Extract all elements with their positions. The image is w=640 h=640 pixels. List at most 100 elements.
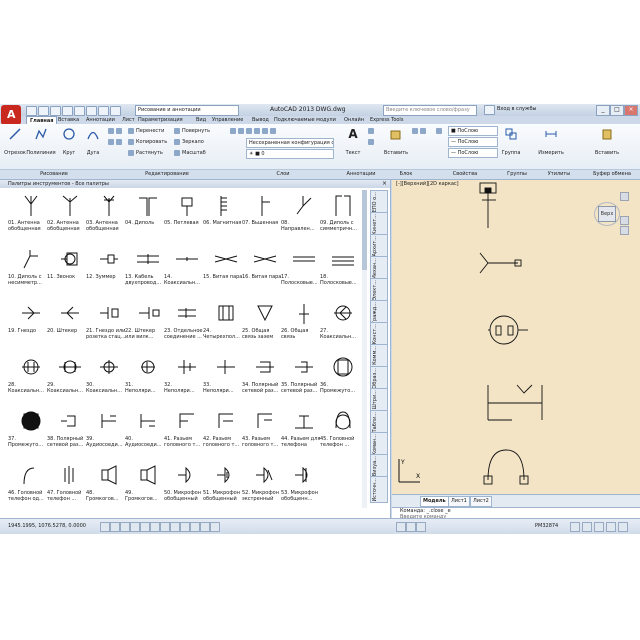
panel-annotation[interactable]: Аннотации bbox=[340, 169, 382, 179]
lineweight-toggle-icon[interactable] bbox=[180, 522, 190, 532]
open-file-icon[interactable] bbox=[38, 106, 49, 116]
palette-tool-2[interactable]: 02. Антенна обобщенная bbox=[47, 190, 87, 244]
drawn-symbol-dipole[interactable] bbox=[479, 252, 522, 274]
palette-tool-47[interactable]: 47. Головной телефон ... bbox=[47, 460, 87, 514]
pan-icon[interactable] bbox=[620, 226, 629, 235]
drawn-symbol-headphone[interactable] bbox=[483, 449, 529, 485]
panel-layers[interactable]: Слои bbox=[226, 169, 340, 179]
tab-plugins[interactable]: Подключаемые модули bbox=[274, 116, 336, 124]
linetype-combo[interactable]: — ПоСлою bbox=[448, 148, 498, 158]
snap-toggle-icon[interactable] bbox=[100, 522, 110, 532]
move-button[interactable]: Перенести bbox=[128, 127, 164, 135]
lineweight-combo[interactable]: — ПоСлою bbox=[448, 137, 498, 147]
redo-icon[interactable] bbox=[98, 106, 109, 116]
palette-tool-37[interactable]: 37. Промежуто... bbox=[8, 406, 48, 460]
palette-side-tab-14[interactable]: Источн... bbox=[370, 476, 388, 503]
tab-model[interactable]: Модель bbox=[420, 496, 449, 507]
ortho-toggle-icon[interactable] bbox=[120, 522, 130, 532]
app-menu-button[interactable]: A bbox=[1, 105, 21, 125]
circle-tool-button[interactable]: Круг bbox=[58, 126, 80, 160]
tab-layout[interactable]: Лист bbox=[122, 116, 135, 124]
binoculars-icon[interactable] bbox=[484, 105, 495, 115]
palette-tool-39[interactable]: 39. Аудиосоеди... bbox=[86, 406, 126, 460]
palette-tool-34[interactable]: 34. Полярный сетевой раз... bbox=[242, 352, 282, 406]
tab-sheet2[interactable]: Лист2 bbox=[470, 496, 492, 507]
signin-button[interactable]: Вход в службы bbox=[497, 106, 536, 112]
tab-sheet1[interactable]: Лист1 bbox=[448, 496, 470, 507]
palette-tool-10[interactable]: 10. Диполь с несимметр... bbox=[8, 244, 48, 298]
view-cube[interactable]: Верх bbox=[594, 192, 630, 236]
polyline-tool-button[interactable]: Полилиния bbox=[26, 126, 56, 160]
palette-tool-7[interactable]: 07. Вьшенная bbox=[242, 190, 282, 244]
palette-tool-50[interactable]: 50. Микрофон обобщенный bbox=[164, 460, 204, 514]
palette-tool-41[interactable]: 41. Разьем головного т... bbox=[164, 406, 204, 460]
new-file-icon[interactable] bbox=[26, 106, 37, 116]
view-cube-face[interactable]: Верх bbox=[598, 206, 616, 222]
small-draw-tools[interactable] bbox=[108, 127, 124, 135]
palette-tool-15[interactable]: 15. Витая пара bbox=[203, 244, 243, 298]
tab-manage[interactable]: Управление bbox=[212, 116, 243, 124]
palette-tool-51[interactable]: 51. Микрофон обобщенный bbox=[203, 460, 243, 514]
model-space-icon[interactable] bbox=[396, 522, 406, 532]
close-button[interactable]: × bbox=[624, 105, 638, 116]
selection-cycling-icon[interactable] bbox=[210, 522, 220, 532]
palette-tool-25[interactable]: 25. Общая связь зазем bbox=[242, 298, 282, 352]
drawn-symbol-plug[interactable] bbox=[488, 315, 528, 345]
minimize-button[interactable]: _ bbox=[596, 105, 610, 116]
workspace-select[interactable]: Рисование и аннотации bbox=[135, 105, 239, 116]
zoom-icon[interactable] bbox=[620, 216, 629, 225]
arc-tool-button[interactable]: Дуга bbox=[82, 126, 104, 160]
scale-button[interactable]: Масштаб bbox=[174, 149, 206, 157]
palette-tool-3[interactable]: 03. Антенна обобщенная bbox=[86, 190, 126, 244]
palette-tool-24[interactable]: 24. Четырехпол... bbox=[203, 298, 243, 352]
hardware-accel-icon[interactable] bbox=[594, 522, 604, 532]
status-menu-icon[interactable] bbox=[618, 522, 628, 532]
lock-icon[interactable] bbox=[582, 522, 592, 532]
tab-output[interactable]: Вывод bbox=[252, 116, 269, 124]
palette-tool-17[interactable]: 17. Полосковые... bbox=[281, 244, 321, 298]
palette-tool-19[interactable]: 19. Гнездо bbox=[8, 298, 48, 352]
otrack-toggle-icon[interactable] bbox=[150, 522, 160, 532]
print-icon[interactable] bbox=[74, 106, 85, 116]
palette-tool-30[interactable]: 30. Коаксиальн... bbox=[86, 352, 126, 406]
polar-toggle-icon[interactable] bbox=[130, 522, 140, 532]
palette-tool-32[interactable]: 32. Неполяри... bbox=[164, 352, 204, 406]
color-combo[interactable]: ■ ПоСлою bbox=[448, 126, 498, 136]
small-draw-tools-2[interactable] bbox=[108, 138, 124, 146]
layer-tools-row[interactable] bbox=[230, 127, 278, 135]
layer-state-combo[interactable]: Несохраненная конфигурация сло bbox=[246, 138, 334, 148]
isolate-objects-icon[interactable] bbox=[606, 522, 616, 532]
palette-tool-20[interactable]: 20. Штекер bbox=[47, 298, 87, 352]
panel-draw[interactable]: Рисование bbox=[0, 169, 108, 179]
palette-tool-33[interactable]: 33. Неполяри... bbox=[203, 352, 243, 406]
copy-button[interactable]: Копировать bbox=[128, 138, 167, 146]
workspace-switch-icon[interactable] bbox=[570, 522, 580, 532]
palette-scrollbar[interactable] bbox=[362, 190, 367, 508]
palette-tool-35[interactable]: 35. Полярный сетевой раз... bbox=[281, 352, 321, 406]
palette-tool-22[interactable]: 22. Штекер или вилк... bbox=[125, 298, 165, 352]
text-button[interactable]: A Текст bbox=[342, 126, 364, 160]
palette-tool-26[interactable]: 26. Общая связь bbox=[281, 298, 321, 352]
panel-clipboard[interactable]: Буфер обмена bbox=[584, 169, 640, 179]
palette-tool-14[interactable]: 14. Коаксиальн... bbox=[164, 244, 204, 298]
paste-button[interactable]: Вставить bbox=[595, 126, 619, 160]
palette-tool-11[interactable]: 11. Звонок bbox=[47, 244, 87, 298]
panel-block[interactable]: Блок bbox=[382, 169, 430, 179]
palette-tool-31[interactable]: 31. Неполяри... bbox=[125, 352, 165, 406]
palette-tool-1[interactable]: 01. Антенна обобщенная bbox=[8, 190, 48, 244]
transparency-toggle-icon[interactable] bbox=[190, 522, 200, 532]
palette-tool-27[interactable]: 27. Коаксиальн... bbox=[320, 298, 360, 352]
palette-tool-45[interactable]: 45. Головной телефон ... bbox=[320, 406, 360, 460]
layer-combo[interactable]: ☀ ■ 0 bbox=[246, 149, 334, 159]
palette-tool-43[interactable]: 43. Разьем головного т... bbox=[242, 406, 282, 460]
palette-tool-8[interactable]: 08. Направлен... bbox=[281, 190, 321, 244]
panel-groups[interactable]: Группы bbox=[500, 169, 534, 179]
dyn-toggle-icon[interactable] bbox=[170, 522, 180, 532]
ducs-toggle-icon[interactable] bbox=[160, 522, 170, 532]
group-button[interactable]: Группа bbox=[500, 126, 522, 160]
palette-tool-29[interactable]: 29. Коаксиальн... bbox=[47, 352, 87, 406]
drawing-area[interactable]: [-][Верхний][2D каркас] Верх Y X Модель … bbox=[392, 180, 640, 507]
palette-tool-40[interactable]: 40. Аудиосоеди... bbox=[125, 406, 165, 460]
save-as-icon[interactable] bbox=[62, 106, 73, 116]
undo-icon[interactable] bbox=[86, 106, 97, 116]
